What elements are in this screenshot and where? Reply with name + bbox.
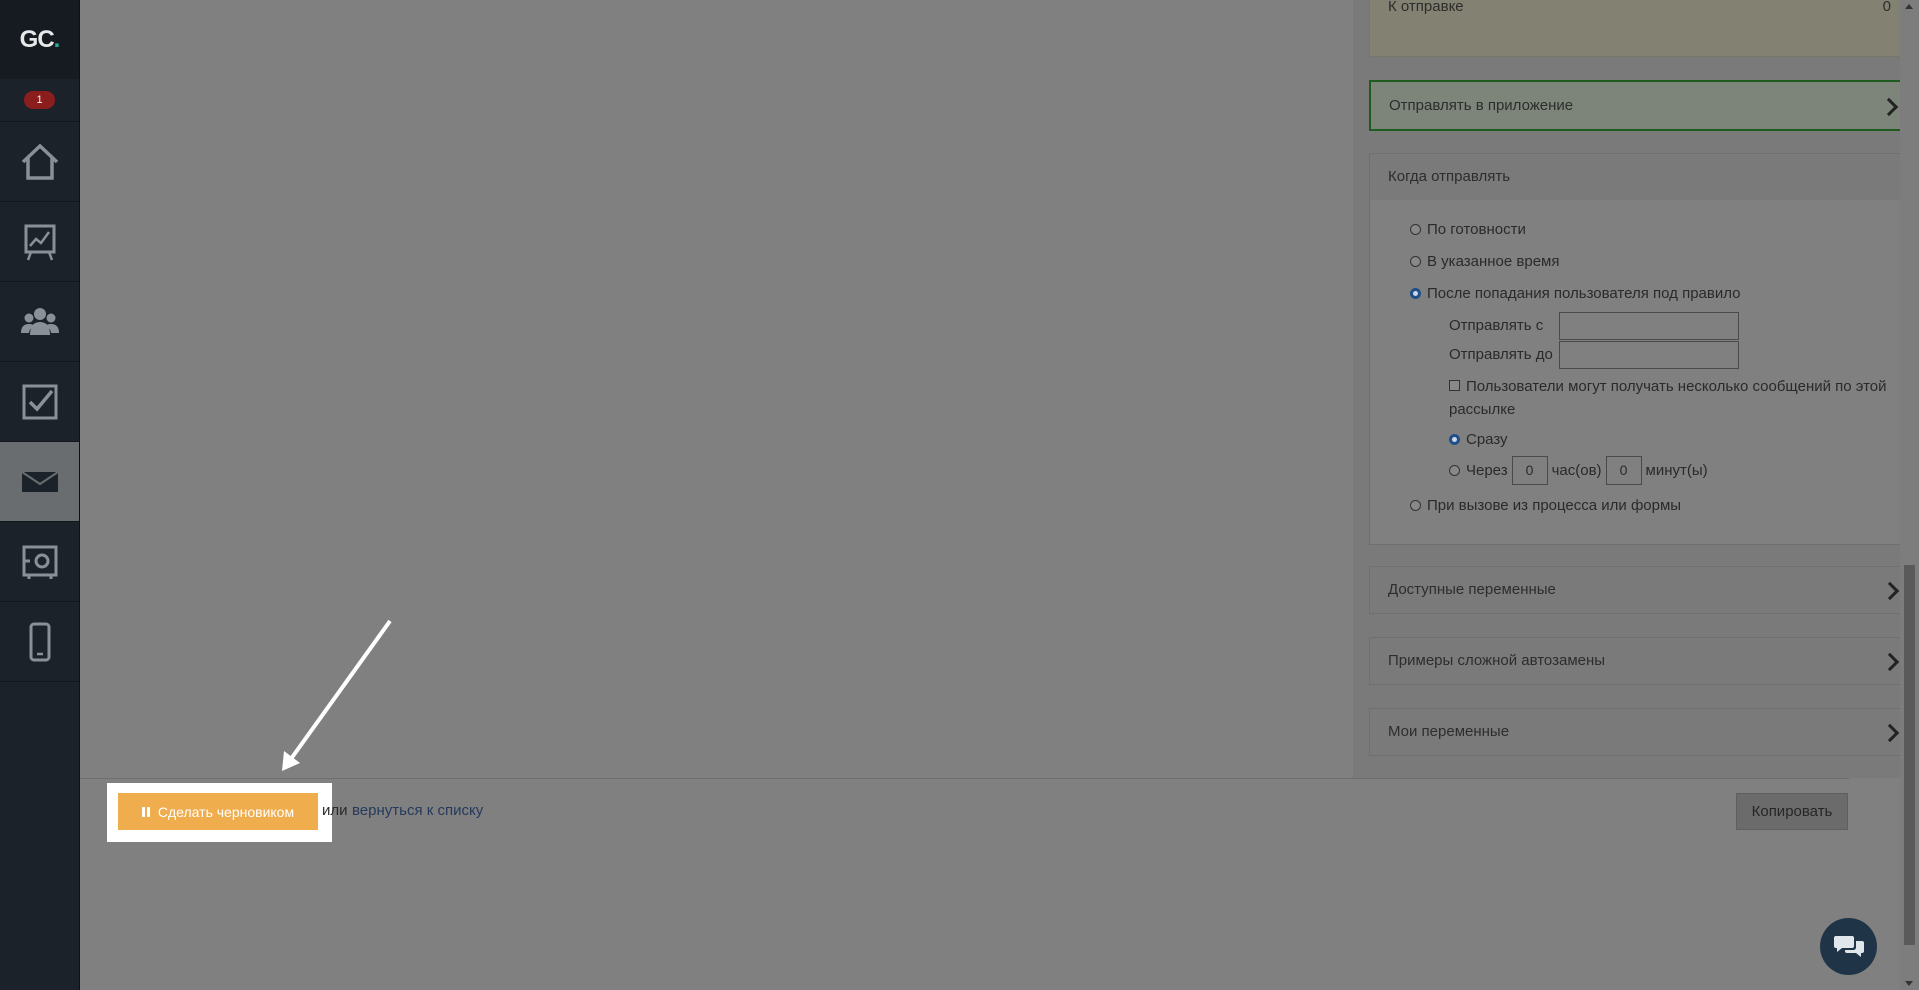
option-scheduled[interactable]: В указанное время [1410, 253, 1559, 270]
nav-analytics[interactable] [0, 202, 79, 282]
hours-input[interactable]: 0 [1511, 456, 1548, 485]
send-to-app-label: Отправлять в приложение [1389, 97, 1574, 114]
nav-tasks[interactable] [0, 362, 79, 442]
users-icon [20, 307, 59, 335]
my-variables-label: Мои переменные [1388, 723, 1510, 740]
back-to-list-link[interactable]: вернуться к списку [352, 802, 483, 819]
nav-messages[interactable] [0, 442, 79, 522]
logo-dot: . [53, 25, 61, 53]
settings-panel: К отправке 0 Отправлять в приложение Ког… [1353, 0, 1919, 778]
nav-home[interactable] [0, 122, 79, 202]
send-from-input[interactable] [1559, 312, 1739, 340]
logo-text: GC [19, 25, 55, 53]
pause-icon [141, 806, 150, 817]
minutes-input[interactable]: 0 [1605, 456, 1642, 485]
complex-examples-label: Примеры сложной автозамены [1388, 652, 1606, 669]
queue-label: К отправке [1388, 0, 1464, 15]
scroll-thumb[interactable] [1904, 565, 1915, 945]
option-ready[interactable]: По готовности [1410, 221, 1526, 238]
copy-button[interactable]: Копировать [1736, 793, 1848, 830]
option-after-rule[interactable]: После попадания пользователя под правило [1410, 285, 1741, 302]
make-draft-button[interactable]: Сделать черновиком [118, 793, 318, 830]
option-ready-label: По готовности [1427, 221, 1526, 238]
chevron-right-icon [1879, 97, 1899, 116]
queue-box: К отправке 0 [1369, 0, 1910, 57]
home-icon [21, 143, 58, 180]
chevron-right-icon [1880, 723, 1900, 743]
option-process-label: При вызове из процесса или формы [1427, 497, 1682, 514]
or-text: или [322, 802, 348, 819]
complex-examples-accordion[interactable]: Примеры сложной автозамены [1369, 637, 1910, 685]
chat-button[interactable] [1820, 918, 1877, 975]
available-variables-header[interactable]: Доступные переменные [1370, 567, 1909, 613]
multiple-messages-option[interactable]: Пользователи могут получать несколько со… [1449, 375, 1889, 421]
radio-after-rule[interactable] [1410, 288, 1421, 299]
nav-mobile[interactable] [0, 602, 79, 682]
immediately-label: Сразу [1466, 431, 1508, 448]
send-to-app-toggle[interactable]: Отправлять в приложение [1369, 80, 1910, 131]
notification-area[interactable]: 1 [0, 79, 79, 122]
chevron-right-icon [1880, 581, 1900, 601]
chart-board-icon [24, 224, 55, 260]
send-to-input[interactable] [1559, 341, 1739, 369]
scroll-up-icon[interactable] [1905, 4, 1913, 9]
my-variables-header[interactable]: Мои переменные [1370, 709, 1909, 755]
main-content: К отправке 0 Отправлять в приложение Ког… [80, 0, 1919, 990]
complex-examples-header[interactable]: Примеры сложной автозамены [1370, 638, 1909, 684]
my-variables-accordion[interactable]: Мои переменные [1369, 708, 1910, 756]
footer-divider [80, 778, 1849, 779]
chat-bubbles-icon [1833, 935, 1864, 957]
when-to-send-title: Когда отправлять [1388, 168, 1511, 185]
chevron-right-icon [1880, 652, 1900, 672]
sidebar: GC. 1 [0, 0, 80, 990]
queue-count: 0 [1882, 0, 1891, 15]
when-to-send-header: Когда отправлять [1370, 154, 1909, 200]
available-variables-accordion[interactable]: Доступные переменные [1369, 566, 1910, 614]
copy-button-label: Копировать [1751, 803, 1833, 820]
radio-immediately[interactable] [1449, 434, 1460, 445]
annotation-arrow-icon [282, 619, 392, 771]
send-to-label: Отправлять до [1449, 346, 1553, 363]
hours-label: час(ов) [1551, 462, 1602, 479]
option-after-rule-label: После попадания пользователя под правило [1427, 285, 1741, 302]
notification-badge[interactable]: 1 [24, 91, 55, 109]
send-to-app-header[interactable]: Отправлять в приложение [1371, 82, 1908, 129]
available-variables-label: Доступные переменные [1388, 581, 1556, 598]
nav-safe[interactable] [0, 522, 79, 602]
send-from-label: Отправлять с [1449, 317, 1544, 334]
radio-after-delay[interactable] [1449, 465, 1460, 476]
option-scheduled-label: В указанное время [1427, 253, 1560, 270]
mobile-icon [29, 622, 50, 661]
radio-ready[interactable] [1410, 224, 1421, 235]
multiple-messages-label: Пользователи могут получать несколько со… [1449, 378, 1887, 418]
timing-after-delay[interactable]: Через 0 час(ов) 0 минут(ы) [1449, 456, 1708, 485]
radio-scheduled[interactable] [1410, 256, 1421, 267]
multiple-messages-checkbox[interactable] [1449, 380, 1460, 391]
when-to-send-section: Когда отправлять По готовности В указанн… [1369, 153, 1910, 545]
checkbox-icon [22, 384, 57, 419]
radio-process[interactable] [1410, 500, 1421, 511]
minutes-label: минут(ы) [1645, 462, 1708, 479]
timing-immediately[interactable]: Сразу [1449, 431, 1508, 448]
scroll-down-icon[interactable] [1905, 981, 1913, 986]
after-label: Через [1466, 462, 1508, 479]
nav-users[interactable] [0, 282, 79, 362]
make-draft-label: Сделать черновиком [157, 803, 295, 820]
safe-icon [22, 545, 57, 579]
option-process[interactable]: При вызове из процесса или формы [1410, 497, 1681, 514]
logo[interactable]: GC. [0, 0, 79, 79]
page-scrollbar[interactable] [1900, 0, 1919, 990]
envelope-icon [20, 470, 59, 492]
